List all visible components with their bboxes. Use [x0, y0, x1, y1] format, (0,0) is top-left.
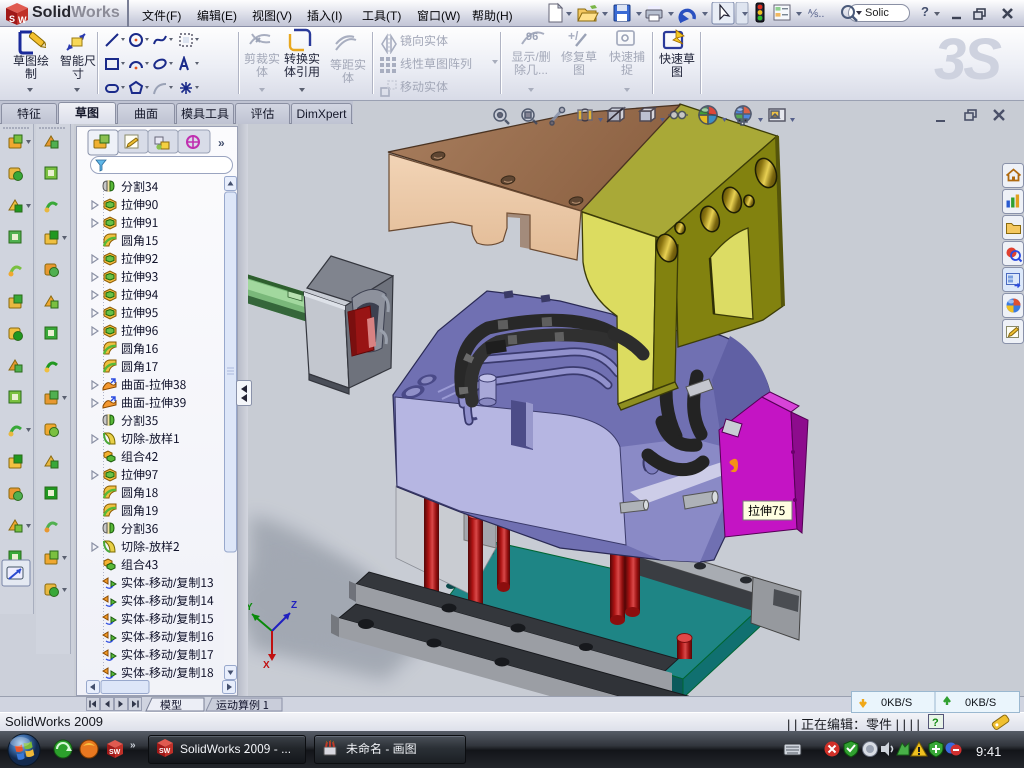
svg-text:?: ?: [932, 717, 939, 729]
svg-text:S: S: [9, 14, 15, 24]
svg-text:⅍..: ⅍..: [807, 8, 824, 20]
svg-text:+/: +/: [568, 29, 579, 43]
svg-text:拉伸75: 拉伸75: [748, 502, 786, 519]
svg-text:0KB/S: 0KB/S: [965, 697, 996, 709]
svg-text:Y: Y: [248, 602, 253, 613]
svg-text:W: W: [18, 15, 27, 25]
svg-text:96: 96: [526, 31, 538, 43]
svg-text:SW: SW: [159, 748, 171, 755]
svg-text:SW: SW: [109, 749, 121, 756]
svg-text:»: »: [130, 740, 136, 751]
svg-text:Z: Z: [291, 600, 297, 611]
svg-text:X: X: [263, 660, 270, 671]
svg-text:模型: 模型: [160, 697, 182, 712]
svg-text:0KB/S: 0KB/S: [881, 697, 912, 709]
svg-text:运动算例 1: 运动算例 1: [216, 697, 269, 712]
svg-text:»: »: [218, 136, 225, 150]
